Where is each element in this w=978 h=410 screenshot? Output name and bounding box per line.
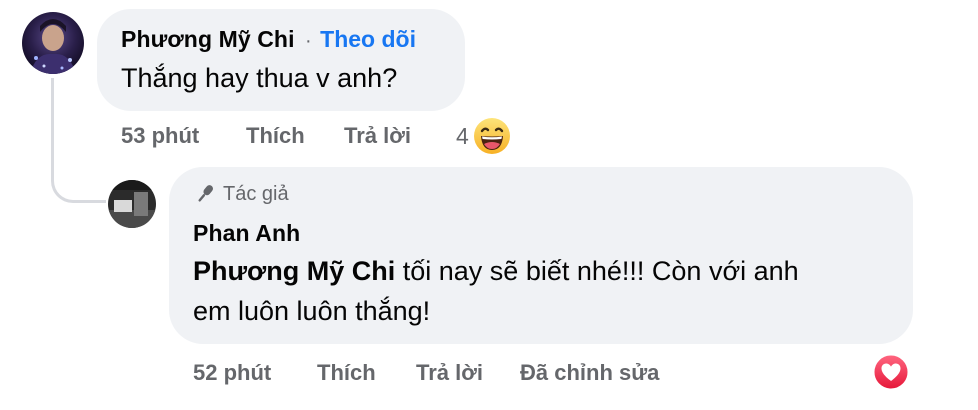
avatar-image bbox=[22, 12, 84, 74]
reply-reply-button[interactable]: Trả lời bbox=[416, 360, 483, 386]
author-badge: Tác giả bbox=[193, 182, 289, 206]
reply-text-line-2: em luôn luôn thắng! bbox=[193, 296, 431, 326]
author-badge-label: Tác giả bbox=[223, 182, 289, 205]
reply-text-line-1: Phương Mỹ Chi tối nay sẽ biết nhé!!! Còn… bbox=[193, 251, 893, 291]
haha-emoji-icon bbox=[473, 117, 511, 155]
reply-button[interactable]: Trả lời bbox=[344, 123, 411, 149]
reply-author-name[interactable]: Phan Anh bbox=[193, 220, 300, 247]
reaction-summary[interactable]: 4 bbox=[456, 116, 511, 156]
avatar-phan-anh[interactable] bbox=[108, 180, 156, 228]
like-button[interactable]: Thích bbox=[246, 123, 305, 149]
microphone-icon bbox=[193, 182, 217, 206]
reply-like-button[interactable]: Thích bbox=[317, 360, 376, 386]
follow-link[interactable]: Theo dõi bbox=[320, 26, 416, 52]
comment-timestamp[interactable]: 53 phút bbox=[121, 123, 199, 149]
avatar-image bbox=[108, 180, 156, 228]
love-reaction-icon[interactable] bbox=[873, 354, 909, 390]
avatar-phuong-my-chi[interactable] bbox=[22, 12, 84, 74]
edited-label[interactable]: Đã chỉnh sửa bbox=[520, 360, 659, 386]
separator-dot: · bbox=[305, 30, 312, 52]
reply-text: Phương Mỹ Chi tối nay sẽ biết nhé!!! Còn… bbox=[193, 251, 893, 331]
reply-text-segment: tối nay sẽ biết nhé!!! Còn với anh bbox=[395, 256, 799, 286]
reaction-count: 4 bbox=[456, 122, 469, 149]
reply-timestamp[interactable]: 52 phút bbox=[193, 360, 271, 386]
comment-author-name[interactable]: Phương Mỹ Chi bbox=[121, 26, 295, 52]
comment-text: Thắng hay thua v anh? bbox=[121, 63, 398, 93]
comment-header: Phương Mỹ Chi · Theo dõi bbox=[121, 26, 416, 53]
mention-link[interactable]: Phương Mỹ Chi bbox=[193, 256, 395, 286]
thread-connector-line bbox=[51, 78, 106, 203]
